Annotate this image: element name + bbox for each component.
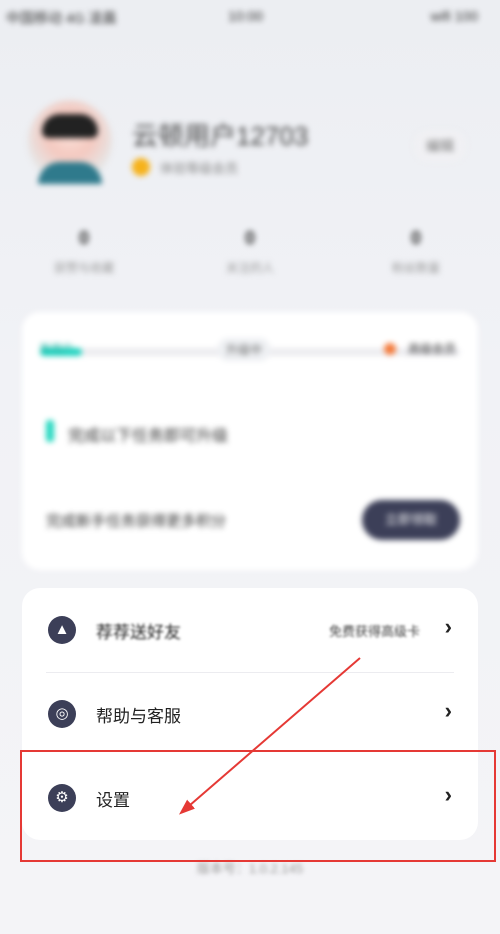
chevron-right-icon: › xyxy=(444,614,452,639)
stat-likes[interactable]: 0 获赞与收藏 xyxy=(24,228,144,276)
member-badge-text[interactable]: 体验等级会员 xyxy=(160,158,238,177)
stat-label: 粉丝数量 xyxy=(391,261,440,275)
progress-start-label: 新用户 xyxy=(40,343,73,355)
annotation-highlight-box xyxy=(20,750,496,862)
progress-end-label: 高级会员 xyxy=(407,342,456,356)
membership-card: 新用户 升级中 高级会员 完成以下任务即可升级 完成新手任务获得更多积分 立即领… xyxy=(22,312,478,570)
claim-button[interactable]: 立即领取 xyxy=(362,500,460,540)
avatar-body xyxy=(38,162,102,184)
menu-item-help[interactable]: ◎ 帮助与客服 › xyxy=(22,672,478,756)
carrier-text: 中国移动 4G 凌晨 xyxy=(6,10,117,26)
status-bar: 中国移动 4G 凌晨 10:00 wifi 100 xyxy=(0,0,500,36)
stat-following[interactable]: 0 关注的人 xyxy=(190,228,310,276)
stat-label: 获赞与收藏 xyxy=(53,261,114,275)
avatar-hair xyxy=(42,114,98,138)
stat-number: 0 xyxy=(410,228,421,248)
profile-header: 云顿用户12703 体验等级会员 编辑 xyxy=(28,100,478,200)
stat-number: 0 xyxy=(78,228,89,248)
menu-item-extra: 免费获得高级卡 xyxy=(328,624,420,639)
headset-icon: ◎ xyxy=(48,700,76,728)
progress-end-icon xyxy=(384,343,396,355)
user-name[interactable]: 云顿用户12703 xyxy=(132,116,308,153)
progress-mid-label: 升级中 xyxy=(218,338,271,361)
status-time: 10:00 xyxy=(228,8,264,24)
tip-marker xyxy=(46,420,54,442)
edit-profile-button[interactable]: 编辑 xyxy=(414,130,466,162)
stats-row: 0 获赞与收藏 0 关注的人 0 粉丝数量 xyxy=(0,228,500,288)
menu-item-label: 帮助与客服 xyxy=(96,707,181,726)
tip-text: 完成以下任务即可升级 xyxy=(68,428,229,445)
avatar[interactable] xyxy=(28,100,112,184)
task-text: 完成新手任务获得更多积分 xyxy=(46,513,227,530)
stat-number: 0 xyxy=(244,228,255,248)
stat-followers[interactable]: 0 粉丝数量 xyxy=(356,228,476,276)
menu-item-label: 荐荐送好友 xyxy=(96,623,181,642)
stat-label: 关注的人 xyxy=(225,261,274,275)
member-badge-icon xyxy=(132,158,150,176)
status-icons: wifi 100 xyxy=(430,8,478,24)
chevron-right-icon: › xyxy=(444,698,452,723)
gift-icon: ▲ xyxy=(48,616,76,644)
menu-item-invite-friends[interactable]: ▲ 荐荐送好友 免费获得高级卡 › xyxy=(22,588,478,672)
